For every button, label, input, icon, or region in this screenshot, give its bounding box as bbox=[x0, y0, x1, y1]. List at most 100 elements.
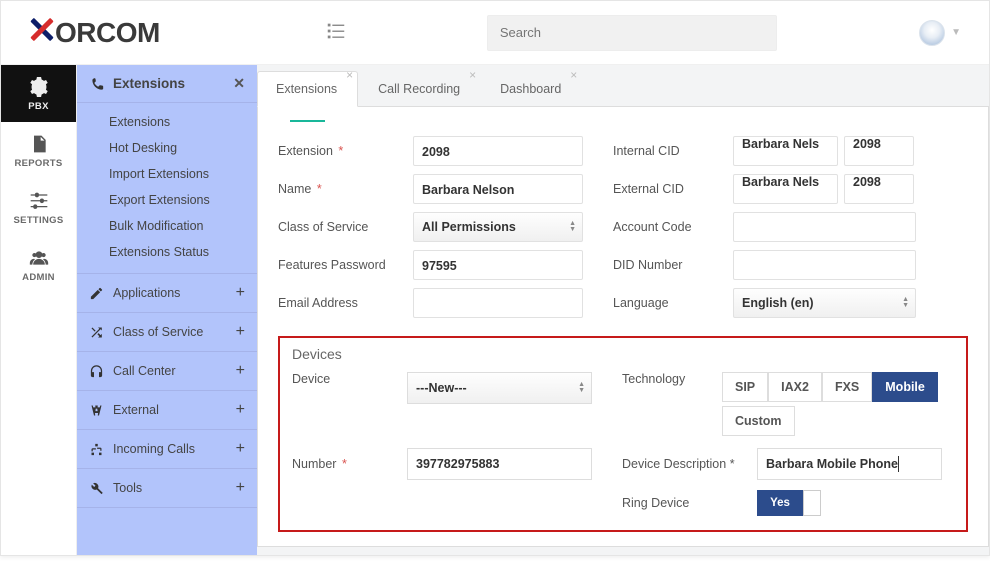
sub-hot-desking[interactable]: Hot Desking bbox=[109, 135, 257, 161]
input-name[interactable]: Barbara Nelson bbox=[413, 174, 583, 204]
devices-title: Devices bbox=[292, 346, 954, 362]
input-features-password[interactable]: 97595 bbox=[413, 250, 583, 280]
sub-import-extensions[interactable]: Import Extensions bbox=[109, 161, 257, 187]
tabs: Extensions × Call Recording × Dashboard … bbox=[257, 65, 989, 107]
shuffle-icon bbox=[89, 325, 104, 340]
topbar: ORCOM ▼ bbox=[1, 1, 989, 65]
input-did-number[interactable] bbox=[733, 250, 916, 280]
input-account-code[interactable] bbox=[733, 212, 916, 242]
nav-pbx[interactable]: PBX bbox=[1, 65, 76, 122]
nav-admin-label: ADMIN bbox=[22, 272, 55, 283]
close-icon[interactable]: × bbox=[346, 68, 353, 82]
toggle-on-label: Yes bbox=[757, 490, 803, 516]
label-name: Name * bbox=[278, 182, 413, 196]
toggle-knob bbox=[803, 490, 821, 516]
group-incoming-calls[interactable]: Incoming Calls + bbox=[77, 430, 257, 469]
label-features-pw: Features Password bbox=[278, 258, 413, 272]
nav-admin[interactable]: ADMIN bbox=[1, 236, 76, 293]
updown-icon: ▲▼ bbox=[902, 297, 909, 309]
sub-export-extensions[interactable]: Export Extensions bbox=[109, 187, 257, 213]
wrench-icon bbox=[89, 481, 104, 496]
sub-bulk-modification[interactable]: Bulk Modification bbox=[109, 213, 257, 239]
road-icon bbox=[89, 403, 104, 418]
secondary-nav: Extensions ✕ Extensions Hot Desking Impo… bbox=[77, 65, 257, 555]
expand-icon: + bbox=[236, 401, 245, 419]
user-menu[interactable]: ▼ bbox=[919, 20, 961, 46]
toggle-ring-device[interactable]: Yes bbox=[757, 490, 821, 516]
expand-icon: + bbox=[236, 323, 245, 341]
group-class-of-service[interactable]: Class of Service + bbox=[77, 313, 257, 352]
active-tab-indicator bbox=[290, 120, 325, 122]
tab-extensions[interactable]: Extensions × bbox=[257, 71, 358, 107]
input-email[interactable] bbox=[413, 288, 583, 318]
label-account-code: Account Code bbox=[613, 220, 733, 234]
list-view-icon[interactable] bbox=[325, 20, 347, 45]
select-language[interactable]: English (en)▲▼ bbox=[733, 288, 916, 318]
label-external-cid: External CID bbox=[613, 182, 733, 196]
expand-icon: + bbox=[236, 440, 245, 458]
expand-icon: + bbox=[236, 284, 245, 302]
select-device[interactable]: ---New---▲▼ bbox=[407, 372, 592, 404]
secnav-header-label: Extensions bbox=[113, 76, 185, 91]
sub-extensions[interactable]: Extensions bbox=[109, 109, 257, 135]
label-technology: Technology bbox=[622, 372, 722, 386]
devices-section: Devices Device ---New---▲▼ Technology SI… bbox=[278, 336, 968, 532]
tech-sip[interactable]: SIP bbox=[722, 372, 768, 402]
tech-fxs[interactable]: FXS bbox=[822, 372, 872, 402]
label-cos: Class of Service bbox=[278, 220, 413, 234]
input-number[interactable]: 397782975883 bbox=[407, 448, 592, 480]
search-input[interactable] bbox=[487, 15, 777, 51]
secnav-header-extensions[interactable]: Extensions ✕ bbox=[77, 65, 257, 103]
input-external-cid-name[interactable]: Barbara Nels bbox=[733, 174, 838, 204]
label-device-description: Device Description * bbox=[622, 457, 757, 471]
tech-custom[interactable]: Custom bbox=[722, 406, 795, 436]
sitemap-icon bbox=[89, 442, 104, 457]
phone-icon bbox=[89, 76, 105, 92]
input-internal-cid-num[interactable]: 2098 bbox=[844, 136, 914, 166]
headset-icon bbox=[89, 364, 104, 379]
label-did-number: DID Number bbox=[613, 258, 733, 272]
input-external-cid-num[interactable]: 2098 bbox=[844, 174, 914, 204]
close-icon[interactable]: × bbox=[469, 68, 476, 82]
label-email: Email Address bbox=[278, 296, 413, 310]
form-area: Extension * 2098 Internal CID Barbara Ne… bbox=[257, 107, 989, 547]
logo: ORCOM bbox=[29, 16, 160, 49]
tech-mobile[interactable]: Mobile bbox=[872, 372, 938, 402]
nav-pbx-label: PBX bbox=[28, 101, 48, 112]
close-icon[interactable]: × bbox=[570, 68, 577, 82]
close-icon[interactable]: ✕ bbox=[233, 75, 245, 92]
label-number: Number * bbox=[292, 457, 407, 471]
tab-call-recording[interactable]: Call Recording × bbox=[360, 72, 480, 106]
technology-buttons: SIP IAX2 FXS Mobile Custom bbox=[722, 372, 942, 436]
text-cursor bbox=[898, 456, 899, 472]
tab-dashboard[interactable]: Dashboard × bbox=[482, 72, 581, 106]
logo-text: ORCOM bbox=[55, 17, 160, 49]
tech-iax2[interactable]: IAX2 bbox=[768, 372, 822, 402]
nav-settings[interactable]: SETTINGS bbox=[1, 179, 76, 236]
updown-icon: ▲▼ bbox=[578, 382, 585, 394]
nav-settings-label: SETTINGS bbox=[14, 215, 64, 226]
label-extension: Extension * bbox=[278, 144, 413, 158]
select-class-of-service[interactable]: All Permissions▲▼ bbox=[413, 212, 583, 242]
nav-reports[interactable]: REPORTS bbox=[1, 122, 76, 179]
nav-reports-label: REPORTS bbox=[14, 158, 62, 169]
primary-nav: PBX REPORTS SETTINGS ADMIN bbox=[1, 65, 77, 555]
label-ring-device: Ring Device bbox=[622, 496, 757, 510]
updown-icon: ▲▼ bbox=[569, 221, 576, 233]
input-internal-cid-name[interactable]: Barbara Nels bbox=[733, 136, 838, 166]
group-call-center[interactable]: Call Center + bbox=[77, 352, 257, 391]
secnav-sublist: Extensions Hot Desking Import Extensions… bbox=[77, 103, 257, 274]
label-internal-cid: Internal CID bbox=[613, 144, 733, 158]
avatar-icon bbox=[919, 20, 945, 46]
caret-down-icon: ▼ bbox=[951, 27, 961, 38]
main: Extensions × Call Recording × Dashboard … bbox=[257, 65, 989, 555]
group-tools[interactable]: Tools + bbox=[77, 469, 257, 508]
sub-extensions-status[interactable]: Extensions Status bbox=[109, 239, 257, 265]
group-applications[interactable]: Applications + bbox=[77, 274, 257, 313]
label-language: Language bbox=[613, 296, 733, 310]
input-device-description[interactable]: Barbara Mobile Phone bbox=[757, 448, 942, 480]
group-external[interactable]: External + bbox=[77, 391, 257, 430]
edit-icon bbox=[89, 286, 104, 301]
label-device: Device bbox=[292, 372, 407, 386]
input-extension[interactable]: 2098 bbox=[413, 136, 583, 166]
